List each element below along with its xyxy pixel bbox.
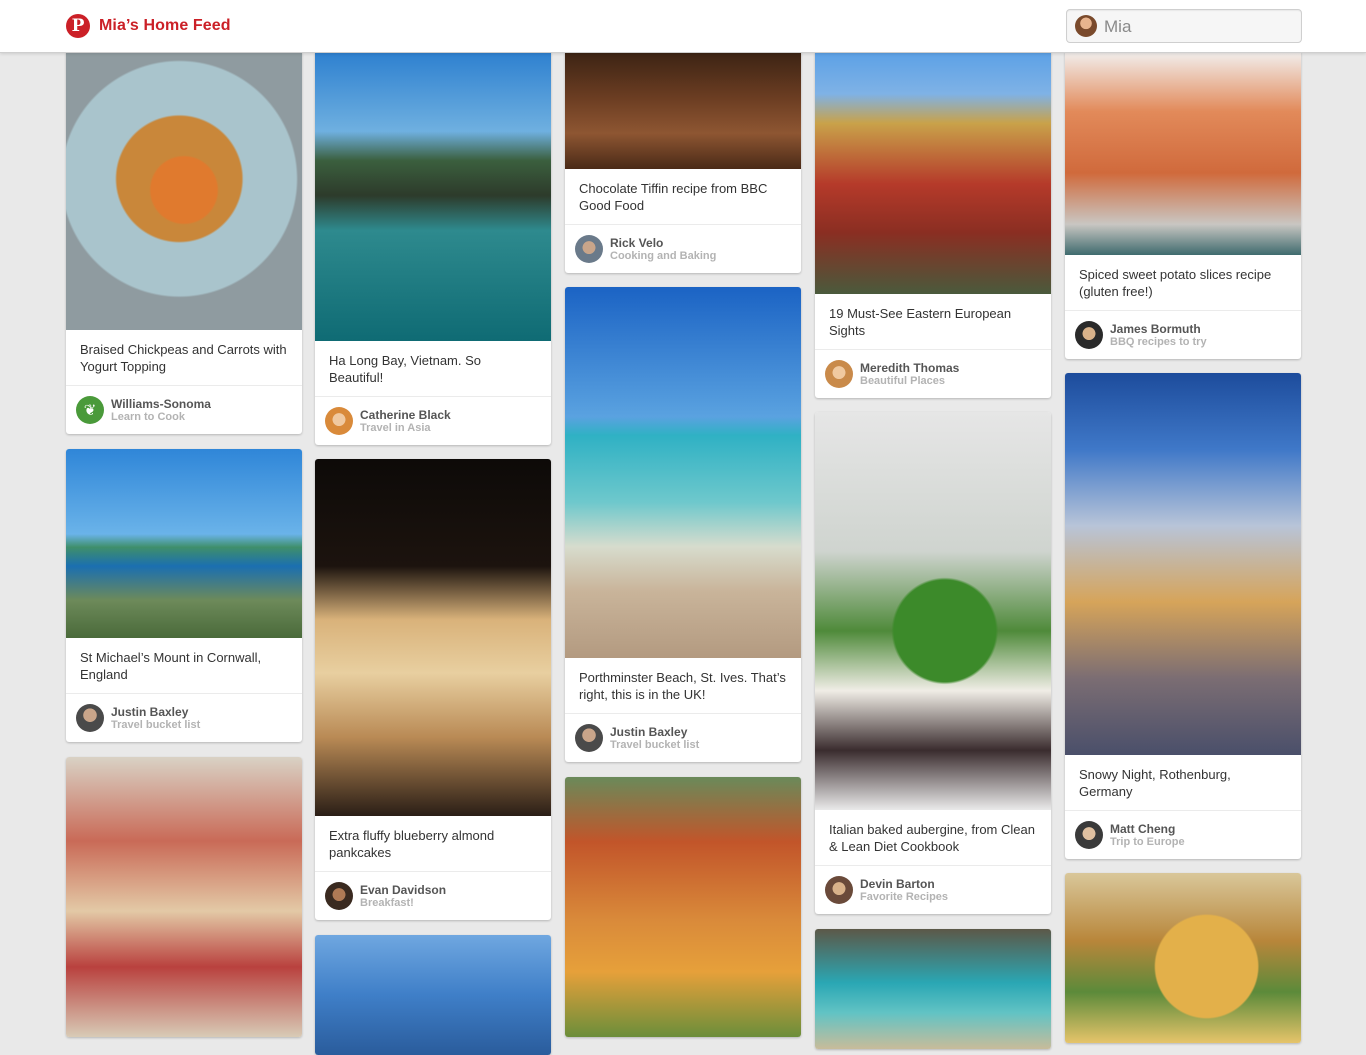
pin-card[interactable]: Snowy Night, Rothenburg, Germany Matt Ch… xyxy=(1065,373,1301,859)
pin-attribution[interactable]: Devin Barton Favorite Recipes xyxy=(815,866,1051,914)
board-name[interactable]: Favorite Recipes xyxy=(860,891,948,903)
pin-card[interactable] xyxy=(815,929,1051,1049)
pin-description: Italian baked aubergine, from Clean & Le… xyxy=(815,810,1051,866)
pin-image[interactable] xyxy=(1065,373,1301,755)
pin-card[interactable]: Braised Chickpeas and Carrots with Yogur… xyxy=(66,50,302,434)
pin-card[interactable]: Italian baked aubergine, from Clean & Le… xyxy=(815,412,1051,914)
pin-card[interactable] xyxy=(1065,873,1301,1043)
pinner-name[interactable]: Catherine Black xyxy=(360,408,451,422)
pinner-name[interactable]: Matt Cheng xyxy=(1110,822,1175,836)
pin-description: Extra fluffy blueberry almond pankcakes xyxy=(315,816,551,872)
pin-image[interactable] xyxy=(815,412,1051,810)
pin-description: St Michael’s Mount in Cornwall, England xyxy=(66,638,302,694)
pin-description: Spiced sweet potato slices recipe (glute… xyxy=(1065,255,1301,311)
pin-attribution[interactable]: Catherine Black Travel in Asia xyxy=(315,397,551,445)
pin-description: Porthminster Beach, St. Ives. That’s rig… xyxy=(565,658,801,714)
pin-image[interactable] xyxy=(565,287,801,658)
pin-card[interactable]: 19 Must-See Eastern European Sights Mere… xyxy=(815,50,1051,398)
pin-image[interactable] xyxy=(315,459,551,816)
pin-image[interactable] xyxy=(565,777,801,1037)
pinner-name[interactable]: Meredith Thomas xyxy=(860,361,959,375)
avatar xyxy=(325,407,353,435)
pin-image[interactable] xyxy=(66,757,302,1037)
pin-attribution[interactable]: Justin Baxley Travel bucket list xyxy=(66,694,302,742)
pinner-name[interactable]: Justin Baxley xyxy=(111,705,188,719)
pin-image[interactable] xyxy=(66,449,302,638)
pin-attribution[interactable]: Rick Velo Cooking and Baking xyxy=(565,225,801,273)
pin-image[interactable] xyxy=(1065,873,1301,1043)
pin-attribution[interactable]: Justin Baxley Travel bucket list xyxy=(565,714,801,762)
pin-description: Chocolate Tiffin recipe from BBC Good Fo… xyxy=(565,169,801,225)
board-name[interactable]: Learn to Cook xyxy=(111,411,185,423)
board-name[interactable]: Trip to Europe xyxy=(1110,836,1185,848)
pin-attribution[interactable]: ❦ Williams-Sonoma Learn to Cook xyxy=(66,386,302,434)
pin-card[interactable]: Extra fluffy blueberry almond pankcakes … xyxy=(315,459,551,920)
pin-card[interactable]: St Michael’s Mount in Cornwall, England … xyxy=(66,449,302,742)
user-name: Mia xyxy=(1104,17,1132,36)
pin-card[interactable] xyxy=(66,757,302,1037)
avatar xyxy=(1075,821,1103,849)
pin-card[interactable]: Ha Long Bay, Vietnam. So Beautiful! Cath… xyxy=(315,50,551,445)
pinner-name[interactable]: Rick Velo xyxy=(610,236,663,250)
avatar: ❦ xyxy=(76,396,104,424)
pinner-name[interactable]: James Bormuth xyxy=(1110,322,1201,336)
avatar xyxy=(825,876,853,904)
board-name[interactable]: Travel in Asia xyxy=(360,422,431,434)
pin-attribution[interactable]: Evan Davidson Breakfast! xyxy=(315,872,551,920)
pin-attribution[interactable]: James Bormuth BBQ recipes to try xyxy=(1065,311,1301,359)
pin-description: Snowy Night, Rothenburg, Germany xyxy=(1065,755,1301,811)
pin-card[interactable] xyxy=(315,935,551,1055)
page-title[interactable]: Mia’s Home Feed xyxy=(99,17,231,35)
board-name[interactable]: Breakfast! xyxy=(360,897,414,909)
board-name[interactable]: BBQ recipes to try xyxy=(1110,336,1207,348)
pinner-name[interactable]: Williams-Sonoma xyxy=(111,397,211,411)
pin-card[interactable]: Porthminster Beach, St. Ives. That’s rig… xyxy=(565,287,801,762)
pin-attribution[interactable]: Matt Cheng Trip to Europe xyxy=(1065,811,1301,859)
avatar xyxy=(1075,15,1097,37)
avatar xyxy=(1075,321,1103,349)
pin-image[interactable] xyxy=(315,935,551,1055)
pinterest-logo-icon[interactable]: P xyxy=(66,14,90,38)
pin-image[interactable] xyxy=(815,50,1051,294)
avatar xyxy=(575,235,603,263)
pin-image[interactable] xyxy=(1065,50,1301,255)
top-bar: P Mia’s Home Feed Mia xyxy=(0,0,1366,53)
pin-image[interactable] xyxy=(315,50,551,341)
pin-image[interactable] xyxy=(66,50,302,330)
board-name[interactable]: Cooking and Baking xyxy=(610,250,716,262)
pinner-name[interactable]: Justin Baxley xyxy=(610,725,687,739)
pin-image[interactable] xyxy=(565,50,801,169)
pin-image[interactable] xyxy=(815,929,1051,1049)
board-name[interactable]: Beautiful Places xyxy=(860,375,945,387)
avatar xyxy=(325,882,353,910)
pin-card[interactable]: Spiced sweet potato slices recipe (glute… xyxy=(1065,50,1301,359)
pin-description: Braised Chickpeas and Carrots with Yogur… xyxy=(66,330,302,386)
pin-card[interactable]: Chocolate Tiffin recipe from BBC Good Fo… xyxy=(565,50,801,273)
avatar xyxy=(575,724,603,752)
pinner-name[interactable]: Devin Barton xyxy=(860,877,935,891)
board-name[interactable]: Travel bucket list xyxy=(111,719,200,731)
avatar xyxy=(76,704,104,732)
pinner-name[interactable]: Evan Davidson xyxy=(360,883,446,897)
pin-card[interactable] xyxy=(565,777,801,1037)
pin-description: 19 Must-See Eastern European Sights xyxy=(815,294,1051,350)
avatar xyxy=(825,360,853,388)
pineapple-icon: ❦ xyxy=(76,396,104,424)
user-menu-button[interactable]: Mia xyxy=(1066,9,1302,43)
pin-attribution[interactable]: Meredith Thomas Beautiful Places xyxy=(815,350,1051,398)
pin-description: Ha Long Bay, Vietnam. So Beautiful! xyxy=(315,341,551,397)
board-name[interactable]: Travel bucket list xyxy=(610,739,699,751)
